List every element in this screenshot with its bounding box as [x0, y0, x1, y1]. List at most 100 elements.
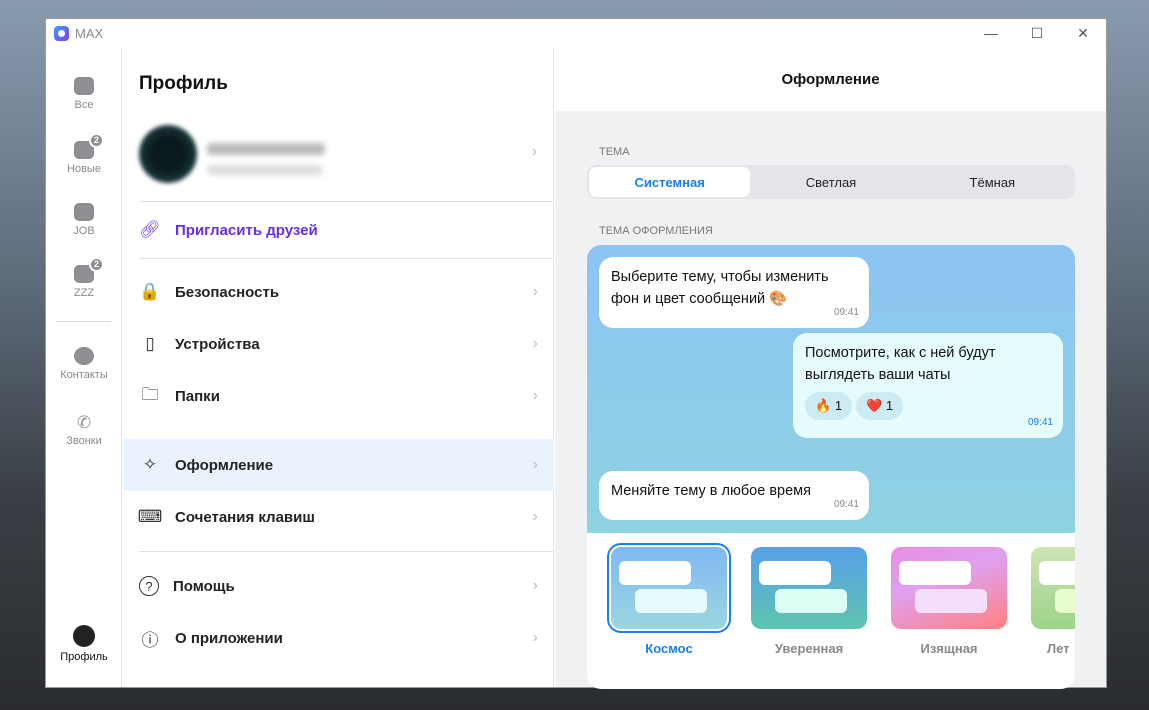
menu-security[interactable]: 🔒 Безопасность ›: [123, 266, 554, 318]
rail-zzz[interactable]: 2 ZZZ: [46, 257, 122, 299]
rail-label: Все: [74, 99, 94, 111]
fire-icon: 🔥: [815, 398, 832, 413]
rail-label: Профиль: [60, 651, 108, 663]
rail-label: Контакты: [60, 369, 108, 381]
profile-panel: Профиль › 🔗︎ Пригласить друзей 🔒 Безопасно…: [123, 47, 554, 687]
design-confident[interactable]: Уверенная: [751, 547, 867, 656]
max-logo-icon: [54, 25, 69, 41]
help-icon: ?: [139, 576, 159, 596]
design-thumbnail: [891, 547, 1007, 629]
info-icon: ⓘ: [141, 630, 159, 650]
chevron-right-icon: ›: [532, 335, 538, 352]
appearance-panel: Оформление Тема Системная Светлая Тёмная…: [555, 47, 1106, 689]
design-name: Космос: [645, 641, 693, 656]
menu-label: Пригласить друзей: [175, 221, 318, 239]
blurred-name: [207, 143, 325, 155]
blurred-phone: [207, 165, 323, 175]
theme-segmented-control: Системная Светлая Тёмная: [587, 165, 1075, 199]
design-summer[interactable]: Лет: [1031, 547, 1075, 656]
design-thumbnail: [1031, 547, 1075, 629]
rail-label: JOB: [73, 225, 95, 237]
message-text: Посмотрите, как с ней будут выглядеть ва…: [805, 345, 996, 383]
keyboard-icon: ⌨: [137, 507, 163, 526]
menu-folders[interactable]: 🗀 Папки ›: [123, 370, 554, 422]
folder-rail: Все 2 Новые JOB 2 ZZZ Контакты ✆ Звонки Про…: [46, 47, 122, 687]
design-thumbnail: [751, 547, 867, 629]
menu-appearance[interactable]: ✧ Оформление ›: [123, 439, 554, 491]
message-time: 09:41: [833, 499, 859, 510]
rail-label: Звонки: [66, 435, 102, 447]
folder-icon: 🗀: [141, 384, 159, 404]
chat-preview: Выберите тему, чтобы изменить фон и цвет…: [587, 245, 1075, 533]
panel-title: Оформление: [555, 47, 1106, 111]
design-thumbnail: [607, 543, 731, 633]
app-window: MAX — ☐ ✕ Все 2 Новые JOB 2 ZZZ Контакты ✆…: [45, 18, 1107, 689]
devices-icon: ▯: [145, 334, 155, 353]
avatar: [139, 125, 197, 183]
chat-icon: [74, 77, 94, 95]
minimize-button[interactable]: —: [968, 19, 1014, 47]
chevron-right-icon: ›: [531, 143, 537, 160]
design-card: Выберите тему, чтобы изменить фон и цвет…: [587, 245, 1075, 689]
menu-label: Оформление: [175, 456, 274, 474]
lock-icon: 🔒: [139, 282, 161, 301]
phone-icon: ✆: [76, 413, 92, 432]
menu-shortcuts[interactable]: ⌨ Сочетания клавиш ›: [123, 491, 554, 543]
design-label: Тема оформления: [599, 225, 713, 237]
theme-system[interactable]: Системная: [589, 167, 751, 197]
rail-calls[interactable]: ✆ Звонки: [46, 413, 122, 447]
contacts-icon: [74, 347, 94, 365]
rail-all[interactable]: Все: [46, 77, 122, 111]
menu-label: Помощь: [173, 577, 235, 595]
maximize-button[interactable]: ☐: [1014, 19, 1060, 47]
reaction-fire[interactable]: 🔥 1: [805, 392, 853, 420]
chevron-right-icon: ›: [532, 456, 538, 473]
menu-about[interactable]: ⓘ О приложении ›: [123, 612, 554, 664]
reaction-count: 1: [885, 398, 894, 413]
app-title: MAX: [75, 25, 104, 41]
menu-label: Устройства: [175, 335, 260, 353]
menu-label: Безопасность: [175, 283, 280, 301]
theme-label: Тема: [599, 146, 630, 158]
menu-label: Папки: [175, 387, 220, 405]
divider: [139, 551, 553, 552]
reaction-heart[interactable]: ❤️ 1: [856, 392, 904, 420]
folder-icon: 2: [74, 257, 104, 283]
rail-profile[interactable]: Профиль: [46, 625, 122, 663]
heart-icon: ❤️: [866, 398, 883, 413]
rail-label: ZZZ: [73, 287, 95, 299]
design-name: Изящная: [920, 641, 978, 656]
unread-badge: 2: [89, 133, 104, 148]
design-name: Лет: [1047, 641, 1070, 656]
design-list: Космос Уверенная Изящная Лет: [607, 543, 1075, 656]
page-title: Профиль: [139, 73, 228, 94]
chevron-right-icon: ›: [532, 577, 538, 594]
chevron-right-icon: ›: [532, 508, 538, 525]
message-text: Меняйте тему в любое время: [611, 483, 811, 499]
menu-help[interactable]: ? Помощь ›: [123, 560, 554, 612]
divider: [139, 258, 553, 259]
theme-dark[interactable]: Тёмная: [912, 167, 1073, 197]
menu-devices[interactable]: ▯ Устройства ›: [123, 318, 554, 370]
divider: [56, 321, 111, 322]
rail-new[interactable]: 2 Новые: [46, 133, 122, 175]
chevron-right-icon: ›: [532, 387, 538, 404]
rail-contacts[interactable]: Контакты: [46, 347, 122, 381]
message-bubble: Выберите тему, чтобы изменить фон и цвет…: [599, 257, 869, 328]
rail-label: Новые: [67, 163, 101, 175]
close-button[interactable]: ✕: [1060, 19, 1106, 47]
message-bubble-outgoing: Посмотрите, как с ней будут выглядеть ва…: [793, 333, 1063, 438]
design-elegant[interactable]: Изящная: [891, 547, 1007, 656]
magic-wand-icon: ✧: [142, 455, 158, 474]
message-time: 09:41: [1027, 417, 1053, 428]
theme-light[interactable]: Светлая: [750, 167, 911, 197]
menu-label: Сочетания клавиш: [175, 508, 315, 526]
link-icon: 🔗︎: [139, 220, 161, 239]
rail-job[interactable]: JOB: [46, 203, 122, 237]
reaction-count: 1: [834, 398, 843, 413]
chevron-right-icon: ›: [532, 629, 538, 646]
message-text: Выберите тему, чтобы изменить фон и цвет…: [611, 269, 829, 307]
message-bubble: Меняйте тему в любое время 09:41: [599, 471, 869, 520]
invite-friends-link[interactable]: 🔗︎ Пригласить друзей: [123, 204, 554, 256]
design-cosmos[interactable]: Космос: [607, 543, 731, 656]
